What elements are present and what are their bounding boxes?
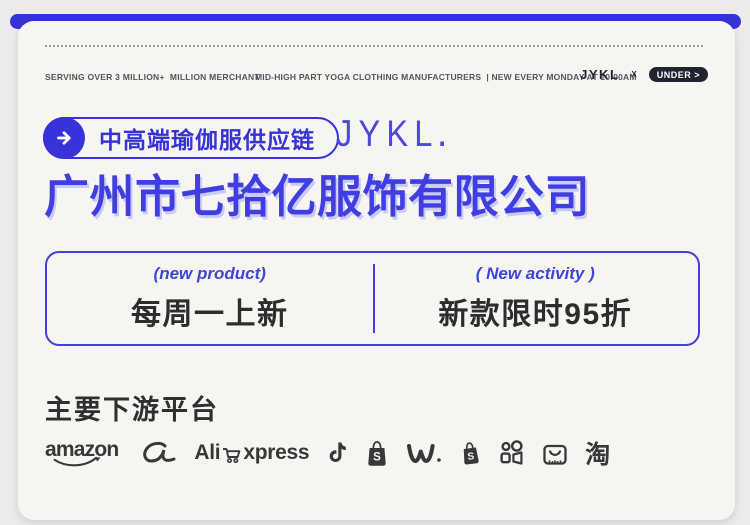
pill-label: 中高端瑜伽服供应链	[99, 127, 315, 153]
collab-x-label: X	[631, 70, 637, 79]
highlight-left-title: 每周一上新	[131, 298, 289, 331]
kwai-icon	[499, 440, 525, 466]
alibaba-icon	[135, 440, 177, 466]
highlight-left-tag: (new product)	[153, 264, 266, 283]
company-name-title: 广州市七拾亿服饰有限公司	[44, 171, 591, 222]
highlight-new-activity: ( New activity ) 新款限时95折	[373, 253, 699, 344]
cart-icon	[223, 447, 241, 463]
shopify-icon: S	[459, 440, 482, 467]
header-left-text: SERVING OVER 3 MILLION+ MILLION MERCHANT	[45, 72, 260, 82]
shopee-letter: S	[373, 451, 381, 463]
supply-chain-pill-button[interactable]: 中高端瑜伽服供应链	[42, 116, 339, 159]
brand-wordmark: JYKL	[580, 67, 620, 82]
amazon-smile-icon	[53, 457, 101, 467]
highlight-right-title: 新款限时95折	[438, 298, 633, 331]
lazada-icon	[542, 441, 568, 466]
highlight-divider	[372, 264, 375, 333]
highlight-new-product: (new product) 每周一上新	[47, 253, 373, 344]
aliexpress-suffix: xpress	[243, 441, 310, 464]
taobao-logo: 淘	[585, 441, 611, 469]
dashed-divider	[45, 45, 703, 47]
jykl-wordmark: JYKL.	[336, 113, 446, 155]
highlights-box: (new product) 每周一上新 ( New activity ) 新款限…	[45, 251, 700, 346]
arrow-right-icon	[42, 116, 85, 159]
under-badge-button[interactable]: UNDER >	[648, 67, 708, 82]
wish-icon	[406, 442, 442, 464]
jykl-period: .	[438, 120, 446, 153]
platforms-heading: 主要下游平台	[45, 395, 219, 425]
amazon-logo: amazon	[45, 438, 119, 468]
platform-logo-row: amazon Ali xpress S S 淘	[45, 431, 610, 475]
aliexpress-logo: Ali xpress	[194, 441, 309, 465]
aliexpress-prefix: Ali	[194, 441, 221, 464]
shopee-icon: S	[365, 440, 389, 467]
content-card: SERVING OVER 3 MILLION+ MILLION MERCHANT…	[18, 21, 735, 520]
jykl-letters: JYKL	[336, 113, 439, 154]
header-brand-group: JYKL X UNDER >	[580, 67, 708, 82]
promo-banner: SERVING OVER 3 MILLION+ MILLION MERCHANT…	[0, 0, 750, 525]
tiktok-icon	[326, 441, 348, 466]
highlight-right-tag: ( New activity )	[475, 264, 595, 283]
